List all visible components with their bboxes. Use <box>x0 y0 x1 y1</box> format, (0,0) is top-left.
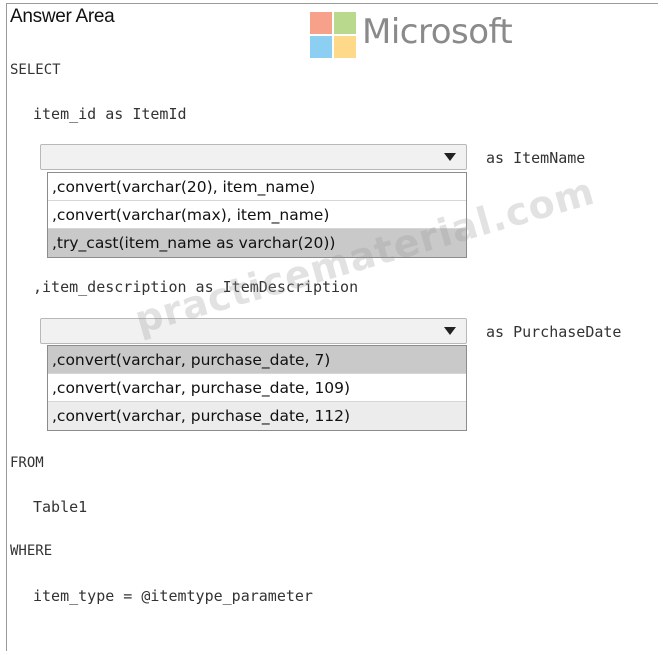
item-name-option[interactable]: ,convert(varchar(20), item_name) <box>48 173 466 201</box>
purchase-date-options: ,convert(varchar, purchase_date, 7) ,con… <box>47 345 467 431</box>
purchase-date-alias: as PurchaseDate <box>486 323 622 341</box>
item-description-line: ,item_description as ItemDescription <box>33 278 359 296</box>
chevron-down-icon[interactable] <box>444 153 456 161</box>
from-keyword: FROM <box>10 455 44 471</box>
purchase-date-dropdown[interactable] <box>40 318 467 344</box>
table-name: Table1 <box>33 498 88 516</box>
item-name-options: ,convert(varchar(20), item_name) ,conver… <box>47 172 467 258</box>
answer-area-title: Answer Area <box>10 6 115 27</box>
item-name-alias: as ItemName <box>486 149 586 167</box>
item-name-dropdown[interactable] <box>40 144 467 170</box>
purchase-date-option[interactable]: ,convert(varchar, purchase_date, 109) <box>48 374 466 402</box>
purchase-date-option[interactable]: ,convert(varchar, purchase_date, 112) <box>48 402 466 430</box>
purchase-date-option[interactable]: ,convert(varchar, purchase_date, 7) <box>48 346 466 374</box>
chevron-down-icon[interactable] <box>444 327 456 335</box>
item-name-option[interactable]: ,convert(varchar(max), item_name) <box>48 201 466 229</box>
select-keyword: SELECT <box>10 62 61 78</box>
microsoft-brand-text: Microsoft <box>362 12 513 52</box>
item-id-line: item_id as ItemId <box>33 105 187 123</box>
microsoft-logo-icon <box>310 12 358 60</box>
item-name-option[interactable]: ,try_cast(item_name as varchar(20)) <box>48 229 466 257</box>
where-keyword: WHERE <box>10 543 53 559</box>
where-condition: item_type = @itemtype_parameter <box>33 587 313 605</box>
